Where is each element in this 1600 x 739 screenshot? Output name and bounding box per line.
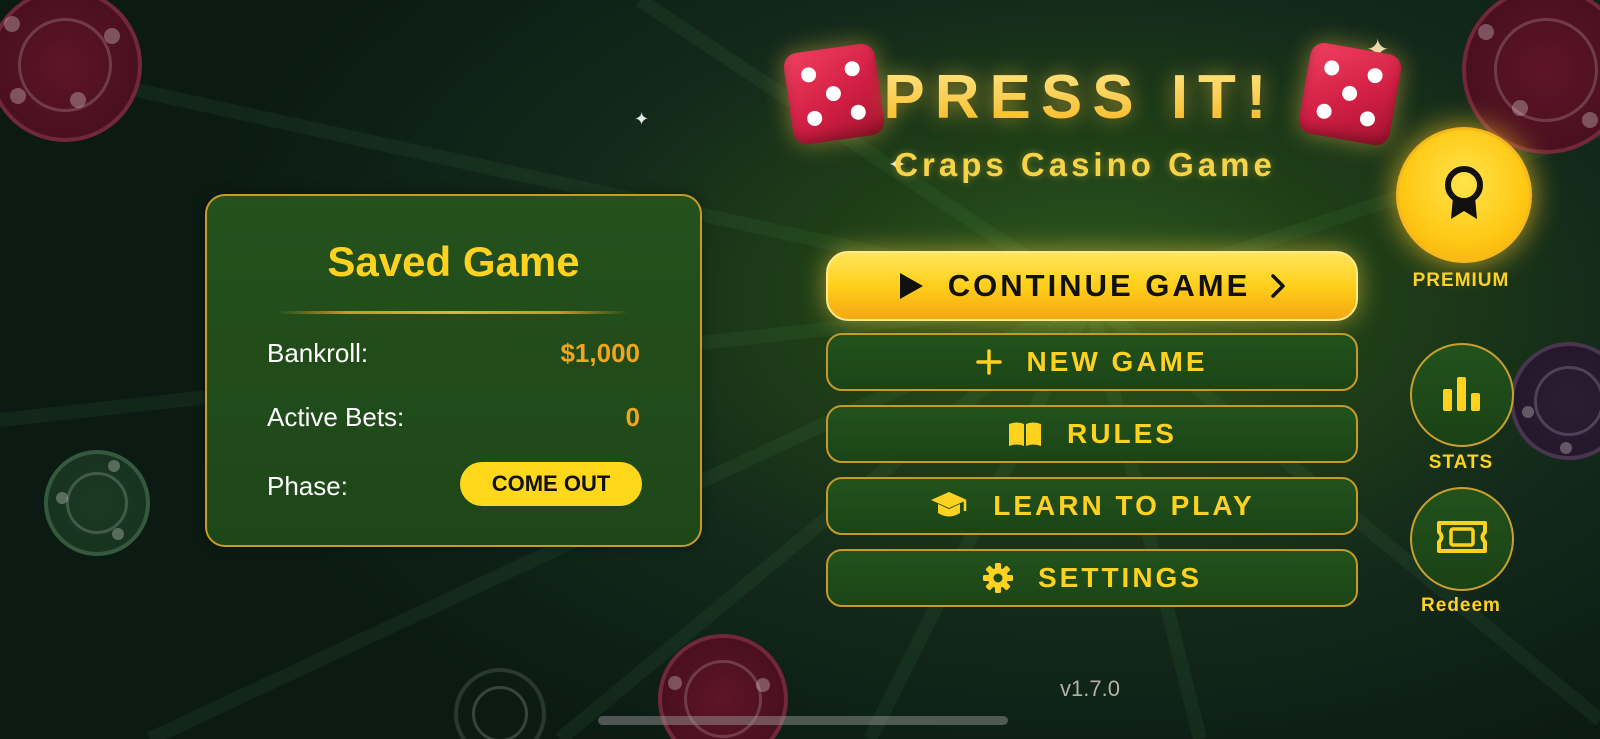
learn-to-play-label: LEARN TO PLAY xyxy=(993,490,1255,521)
home-indicator[interactable] xyxy=(598,716,1008,725)
award-ribbon-icon xyxy=(1441,165,1487,226)
bankroll-label: Bankroll: xyxy=(267,338,369,368)
new-game-button[interactable]: NEW GAME xyxy=(826,333,1358,391)
game-title: PRESS IT! xyxy=(880,62,1280,133)
active-bets-label: Active Bets: xyxy=(267,402,405,432)
graduation-cap-icon xyxy=(929,489,969,523)
bar-chart-icon xyxy=(1441,373,1483,418)
saved-game-card: Saved Game Bankroll: $1,000 Active Bets:… xyxy=(205,194,702,547)
poker-chip xyxy=(44,450,150,556)
divider xyxy=(277,311,629,314)
plus-icon xyxy=(976,349,1003,375)
stats-button[interactable] xyxy=(1410,343,1514,447)
rules-label: RULES xyxy=(1067,418,1177,449)
continue-game-label: CONTINUE GAME xyxy=(947,268,1251,303)
play-icon xyxy=(898,272,924,300)
stats-label: STATS xyxy=(1428,452,1494,473)
redeem-label: Redeem xyxy=(1421,595,1501,616)
premium-button[interactable] xyxy=(1396,127,1532,263)
redeem-button[interactable] xyxy=(1410,487,1514,591)
book-icon xyxy=(1007,420,1043,448)
premium-label: PREMIUM xyxy=(1412,270,1510,291)
die-icon xyxy=(1296,40,1404,148)
bankroll-value: $1,000 xyxy=(560,338,640,368)
new-game-label: NEW GAME xyxy=(1026,346,1208,377)
gear-icon xyxy=(982,562,1014,594)
settings-button[interactable]: SETTINGS xyxy=(826,549,1358,607)
main-menu-screen: ✦ ✦ ✦ ✦ PRESS IT! Craps Casino Game Save… xyxy=(0,0,1600,739)
active-bets-value: 0 xyxy=(625,402,640,432)
version-label: v1.7.0 xyxy=(1060,676,1120,701)
game-logo: PRESS IT! Craps Casino Game xyxy=(780,40,1404,200)
settings-label: SETTINGS xyxy=(1037,562,1202,593)
phase-label: Phase: xyxy=(267,471,348,501)
continue-game-button[interactable]: CONTINUE GAME xyxy=(826,251,1358,321)
rules-button[interactable]: RULES xyxy=(826,405,1358,463)
sparkle-decoration: ✦ xyxy=(634,109,650,129)
phase-badge: COME OUT xyxy=(460,462,642,506)
learn-to-play-button[interactable]: LEARN TO PLAY xyxy=(826,477,1358,535)
chevron-right-icon xyxy=(1270,273,1286,299)
ticket-icon xyxy=(1435,517,1489,562)
saved-game-title: Saved Game xyxy=(327,238,580,285)
game-subtitle: Craps Casino Game xyxy=(894,146,1276,183)
die-icon xyxy=(782,42,886,146)
